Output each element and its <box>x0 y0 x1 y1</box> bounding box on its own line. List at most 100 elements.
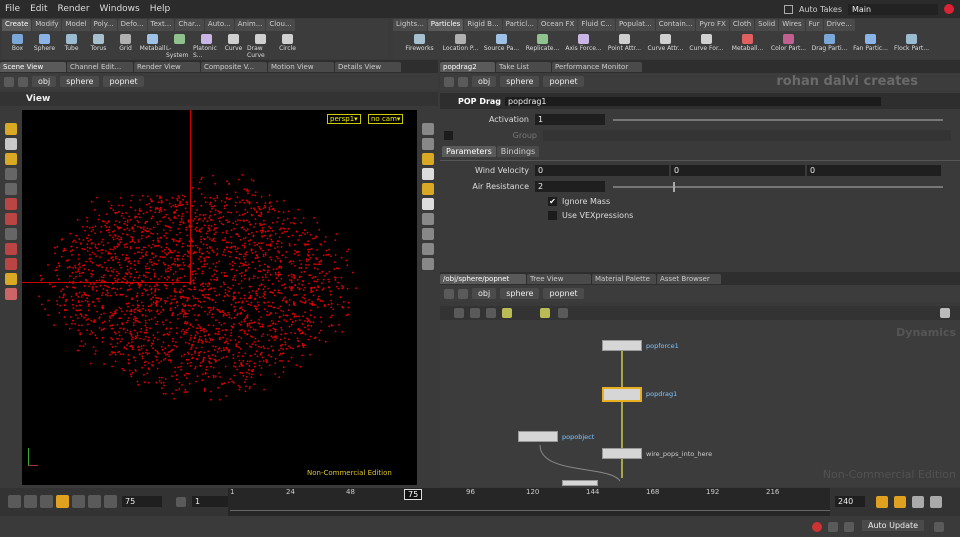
record-tool-icon[interactable] <box>5 273 17 285</box>
tab-parameters[interactable]: Parameters <box>442 146 496 157</box>
pane-tab[interactable]: Render View <box>134 61 200 72</box>
path-popnet[interactable]: popnet <box>103 76 144 87</box>
key-icon[interactable] <box>876 496 888 508</box>
snapshot-icon[interactable] <box>422 213 434 225</box>
forward-icon[interactable] <box>458 76 468 87</box>
shelf-tab[interactable]: Modify <box>32 19 62 31</box>
tool-grid[interactable]: Grid <box>112 34 139 52</box>
step-back-icon[interactable] <box>24 495 37 508</box>
handle-tool-icon[interactable] <box>5 153 17 165</box>
shelf-tab[interactable]: Drive... <box>823 19 855 31</box>
current-frame-field[interactable]: 75 <box>122 496 162 507</box>
pane-tab[interactable]: Scene View <box>0 61 66 72</box>
pin-icon[interactable] <box>540 308 550 318</box>
node-popdrag1[interactable] <box>602 387 642 402</box>
pane-tab[interactable]: Tree View <box>527 273 591 284</box>
timeline-ruler[interactable]: 1 24 48 72 96 120 144 168 192 216 75 <box>228 488 830 516</box>
jump-start-icon[interactable] <box>8 495 21 508</box>
end-frame-field[interactable]: 240 <box>835 496 865 507</box>
path-obj[interactable]: obj <box>472 288 497 299</box>
shelf-tab[interactable]: Char... <box>175 19 204 31</box>
layout-icon[interactable] <box>486 308 496 318</box>
tool-fireworks[interactable]: Fireworks <box>399 34 440 52</box>
view-tool-icon[interactable] <box>5 138 17 150</box>
tool-color[interactable]: Color Part... <box>768 34 809 52</box>
display-options-icon[interactable] <box>422 123 434 135</box>
path-obj[interactable]: obj <box>32 76 57 87</box>
shelf-tab[interactable]: Text... <box>147 19 175 31</box>
camera-menu[interactable]: persp1▾ <box>327 114 361 124</box>
tool-location[interactable]: Location P... <box>440 34 481 52</box>
tool-sphere[interactable]: Sphere <box>31 34 58 52</box>
group-checkbox[interactable] <box>444 131 453 140</box>
shelf-tab[interactable]: Solid <box>755 19 779 31</box>
node-name-field[interactable]: popdrag1 <box>505 96 882 106</box>
tool-metaball[interactable]: Metaball <box>139 34 166 52</box>
error-icon[interactable] <box>812 522 822 532</box>
tool-axis[interactable]: Axis Force... <box>563 34 604 52</box>
take-select[interactable]: Main <box>848 3 938 15</box>
normals-icon[interactable] <box>422 243 434 255</box>
path-popnet[interactable]: popnet <box>543 76 584 87</box>
move-tool-icon[interactable] <box>5 183 17 195</box>
wind-z-field[interactable]: 0 <box>807 165 941 176</box>
shelf-tab[interactable]: Ocean FX <box>537 19 578 31</box>
tool-metaball2[interactable]: Metaball... <box>727 34 768 52</box>
pane-tab[interactable]: Motion View <box>268 61 334 72</box>
play-icon[interactable] <box>72 495 85 508</box>
viewport-3d[interactable]: persp1▾ no cam▾ Non-Commercial Edition <box>22 110 417 485</box>
shelf-tab[interactable]: Auto... <box>204 19 234 31</box>
pane-tab[interactable]: Channel Edit... <box>67 61 133 72</box>
tool-curve-attr[interactable]: Curve Attr... <box>645 34 686 52</box>
pane-tab[interactable]: popdrag2 <box>440 61 495 72</box>
shelf-tab[interactable]: Fluid C... <box>578 19 615 31</box>
slider-handle[interactable] <box>673 181 675 192</box>
note-icon[interactable] <box>502 308 512 318</box>
rotate-tool-icon[interactable] <box>5 213 17 225</box>
tab-bindings[interactable]: Bindings <box>496 146 540 157</box>
activation-field[interactable]: 1 <box>535 114 605 125</box>
shelf-tab[interactable]: Clou... <box>266 19 295 31</box>
points-icon[interactable] <box>422 258 434 270</box>
tool-torus[interactable]: Torus <box>85 34 112 52</box>
group-field[interactable] <box>543 130 951 141</box>
tool-replicate[interactable]: Replicate... <box>522 34 563 52</box>
shelf-tab[interactable]: Pyro FX <box>696 19 729 31</box>
scale-tool-icon[interactable] <box>5 198 17 210</box>
shelf-tab[interactable]: Wires <box>779 19 805 31</box>
range-icon[interactable] <box>894 496 906 508</box>
tool-draw-curve[interactable]: Draw Curve <box>247 34 274 59</box>
start-frame-field[interactable]: 1 <box>192 496 228 507</box>
nocam-menu[interactable]: no cam▾ <box>368 114 404 124</box>
pane-tab[interactable]: Performance Monitor <box>552 61 642 72</box>
play-reverse-icon[interactable] <box>40 495 53 508</box>
auto-takes-checkbox[interactable] <box>783 4 793 14</box>
pose-tool-icon[interactable] <box>5 168 17 180</box>
shelf-tab[interactable]: Poly... <box>90 19 117 31</box>
node-wire-pops[interactable] <box>602 448 642 459</box>
air-resistance-slider[interactable] <box>613 181 943 192</box>
pane-tab[interactable]: Material Palette <box>592 273 656 284</box>
shelf-tab[interactable]: Particles <box>427 19 464 31</box>
shelf-tab[interactable]: Anim... <box>234 19 266 31</box>
use-vex-checkbox[interactable] <box>548 211 557 220</box>
path-sphere[interactable]: sphere <box>60 76 100 87</box>
tool-fan[interactable]: Fan Partic... <box>850 34 891 52</box>
stop-icon[interactable] <box>56 495 69 508</box>
auto-update-button[interactable]: Auto Update <box>862 520 925 531</box>
help-icon[interactable] <box>940 308 950 318</box>
node-output[interactable] <box>562 480 598 486</box>
back-icon[interactable] <box>444 288 454 299</box>
back-icon[interactable] <box>4 76 14 87</box>
jump-end-icon[interactable] <box>104 495 117 508</box>
shelf-tab[interactable]: Contain... <box>655 19 696 31</box>
network-editor[interactable]: Dynamics Non-Commercial Edition popforce… <box>440 320 960 487</box>
path-sphere[interactable]: sphere <box>500 76 540 87</box>
tool-curve-force[interactable]: Curve For... <box>686 34 727 52</box>
tool-platonic[interactable]: Platonic S... <box>193 34 220 59</box>
pane-tab[interactable]: Take List <box>496 61 551 72</box>
cook-icon[interactable] <box>934 522 944 532</box>
shelf-tab[interactable]: Defo... <box>117 19 147 31</box>
forward-icon[interactable] <box>458 288 468 299</box>
close-icon[interactable] <box>944 4 954 14</box>
